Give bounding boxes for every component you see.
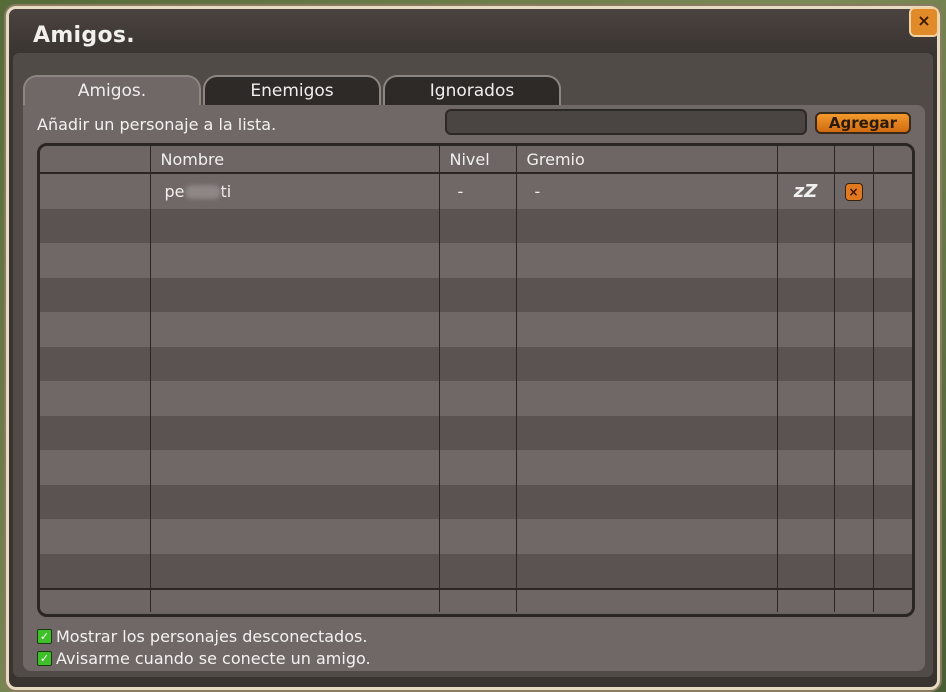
friend-name-cell: pe ti bbox=[149, 173, 439, 209]
close-icon: × bbox=[917, 11, 931, 30]
header-scroll bbox=[872, 146, 912, 174]
friend-name-suffix: ti bbox=[220, 181, 232, 201]
friend-name-prefix: pe bbox=[164, 181, 185, 201]
offline-sleep-icon: zZ bbox=[793, 180, 818, 202]
scroll-cell bbox=[872, 173, 912, 209]
add-character-input[interactable] bbox=[445, 109, 807, 135]
table-row bbox=[40, 484, 912, 519]
tab-ignorados[interactable]: Ignorados bbox=[383, 75, 561, 105]
header-nombre[interactable]: Nombre bbox=[149, 146, 439, 174]
remove-friend-button[interactable]: × bbox=[844, 183, 863, 202]
option-notify-connect-label: Avisarme cuando se conecte un amigo. bbox=[56, 648, 371, 668]
options-list: ✓ Mostrar los personajes desconectados. … bbox=[37, 625, 371, 669]
table-row bbox=[40, 381, 912, 416]
friend-level: - bbox=[438, 173, 516, 209]
table-footer-row bbox=[40, 588, 912, 612]
redacted-name bbox=[184, 185, 221, 200]
header-remove bbox=[833, 146, 873, 174]
table-row bbox=[40, 415, 912, 450]
header-status bbox=[776, 146, 834, 174]
tab-panel: Añadir un personaje a la lista. Agregar … bbox=[23, 105, 925, 671]
header-empty bbox=[40, 146, 150, 174]
table-row bbox=[40, 208, 912, 243]
table-row bbox=[40, 450, 912, 485]
tab-enemigos[interactable]: Enemigos bbox=[203, 75, 381, 105]
window-titlebar: Amigos. bbox=[9, 9, 937, 53]
header-gremio[interactable]: Gremio bbox=[515, 146, 777, 174]
option-show-offline[interactable]: ✓ Mostrar los personajes desconectados. bbox=[37, 625, 371, 647]
table-row bbox=[40, 519, 912, 554]
window-body: Amigos. Enemigos Ignorados Añadir un per… bbox=[13, 53, 933, 677]
close-window-button[interactable]: × bbox=[909, 7, 939, 37]
table-row[interactable]: pe ti - - zZ × bbox=[40, 173, 912, 209]
status-cell: zZ bbox=[776, 173, 834, 209]
table-row bbox=[40, 277, 912, 312]
add-button[interactable]: Agregar bbox=[815, 112, 911, 134]
option-show-offline-label: Mostrar los personajes desconectados. bbox=[56, 626, 368, 646]
table-row bbox=[40, 243, 912, 278]
window-title: Amigos. bbox=[33, 23, 135, 48]
friends-table: Nombre Nivel Gremio pe ti - - zZ × bbox=[37, 143, 915, 617]
option-notify-connect[interactable]: ✓ Avisarme cuando se conecte un amigo. bbox=[37, 647, 371, 669]
table-header-row: Nombre Nivel Gremio bbox=[40, 146, 912, 174]
checkbox-show-offline[interactable]: ✓ bbox=[37, 628, 52, 644]
table-row bbox=[40, 346, 912, 381]
table-row bbox=[40, 553, 912, 589]
row-icon-cell bbox=[40, 173, 150, 209]
remove-cell: × bbox=[833, 173, 873, 209]
table-row bbox=[40, 312, 912, 347]
tab-amigos[interactable]: Amigos. bbox=[23, 75, 201, 105]
friends-window: Amigos. × Amigos. Enemigos Ignorados Aña… bbox=[6, 6, 940, 690]
add-character-label: Añadir un personaje a la lista. bbox=[37, 115, 277, 134]
header-nivel[interactable]: Nivel bbox=[438, 146, 516, 174]
checkbox-notify-connect[interactable]: ✓ bbox=[37, 650, 52, 666]
friend-guild: - bbox=[515, 173, 777, 209]
